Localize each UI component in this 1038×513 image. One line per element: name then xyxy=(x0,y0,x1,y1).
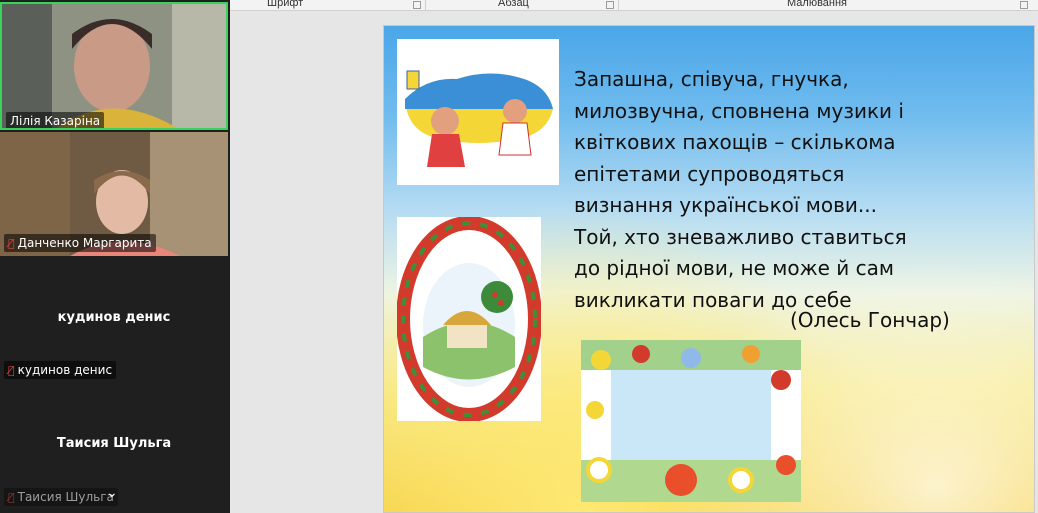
participant-name-label: Лілія Казаріна xyxy=(6,112,105,128)
chevron-down-icon[interactable]: ⌄ xyxy=(106,485,118,501)
ukraine-map-children-image xyxy=(397,39,559,185)
mic-off-icon: 🎙̸ xyxy=(8,364,15,377)
quote-line: Той, хто зневажливо ставиться xyxy=(574,224,907,249)
drawing-dialog-launcher-icon[interactable] xyxy=(1020,1,1028,9)
floral-wreath-image xyxy=(397,217,541,421)
mic-off-icon: 🎙̸ xyxy=(8,237,15,250)
participant-placeholder-name: кудинов денис xyxy=(57,310,171,325)
quote-line: Запашна, співуча, гнучка, xyxy=(574,67,849,91)
quote-author: (Олесь Гончар) xyxy=(790,308,950,332)
participant-name-label: 🎙̸ Таисия Шульга xyxy=(4,488,118,506)
mic-off-icon: 🎙̸ xyxy=(8,491,15,504)
slide-quote-text: Запашна, співуча, гнучка, милозвучна, сп… xyxy=(574,64,1024,316)
quote-line: визнання української мови... xyxy=(574,193,877,217)
quote-line: квіткових пахощів – скількома xyxy=(574,130,896,154)
ribbon-group-labels: Шрифт Абзац Малювання xyxy=(230,0,1038,11)
participants-panel: Лілія Казаріна 🎙̸ Данченко Маргарита куди… xyxy=(0,0,230,513)
participant-name-label: 🎙̸ Данченко Маргарита xyxy=(4,234,156,252)
slide[interactable]: Запашна, співуча, гнучка, милозвучна, сп… xyxy=(383,25,1035,513)
video-tile-liliia[interactable]: Лілія Казаріна xyxy=(0,2,228,130)
font-dialog-launcher-icon[interactable] xyxy=(413,1,421,9)
paragraph-group-label: Абзац xyxy=(498,0,529,9)
participant-name-label: 🎙̸ кудинов денис xyxy=(4,361,117,379)
drawing-group-label: Малювання xyxy=(787,0,848,9)
quote-line: до рідної мови, не може й сам xyxy=(574,256,894,280)
quote-line: епітетами супроводяться xyxy=(574,161,845,186)
quote-line: милозвучна, сповнена музики і xyxy=(574,98,904,123)
participant-placeholder-name: Таисия Шульга xyxy=(56,436,172,451)
video-tile-margaryta[interactable]: 🎙̸ Данченко Маргарита xyxy=(0,132,228,256)
paragraph-dialog-launcher-icon[interactable] xyxy=(606,1,614,9)
participant-video-1 xyxy=(2,4,226,128)
flower-frame-image xyxy=(581,340,801,502)
font-group-label: Шрифт xyxy=(267,0,304,9)
